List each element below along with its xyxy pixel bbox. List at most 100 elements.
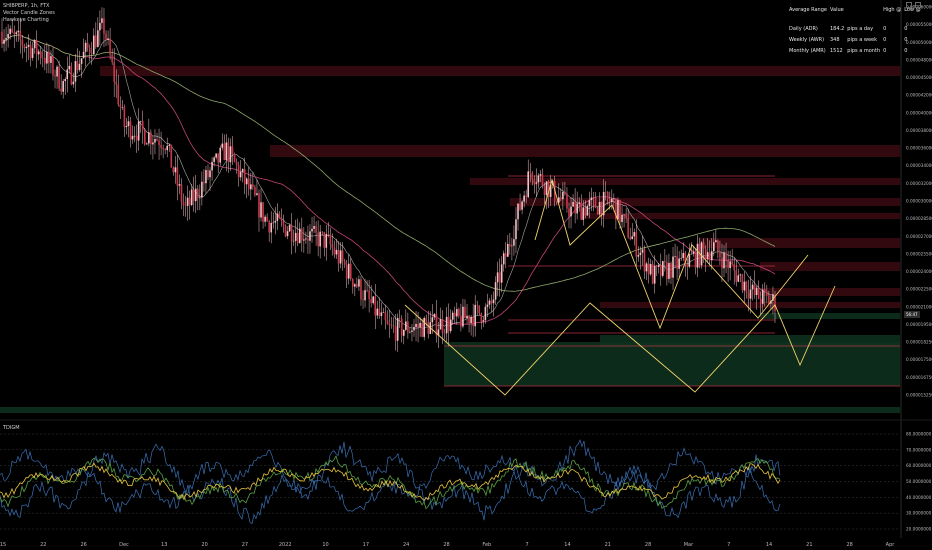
price-tick-label: 0.0000225000 <box>906 287 932 292</box>
price-axis[interactable]: 0.00006000000.00005500000.00005000000.00… <box>906 5 932 398</box>
candle-body <box>325 233 328 248</box>
candle-body <box>513 239 515 246</box>
candle-body <box>129 121 132 140</box>
candle-body <box>17 30 20 33</box>
price-tick-label: 0.0000285000 <box>906 216 932 221</box>
row-low: 0 <box>904 48 908 54</box>
candle-body <box>766 291 768 296</box>
candle-body <box>611 198 613 203</box>
candle-body <box>564 191 566 194</box>
candle-body <box>219 147 222 163</box>
time-tick-label: 28 <box>443 542 449 548</box>
candle-body <box>284 225 287 237</box>
candle-body <box>319 231 321 247</box>
candle-body <box>666 262 668 279</box>
demand-zone <box>600 335 900 347</box>
time-tick-label: 22 <box>40 542 46 548</box>
candle-body <box>598 202 601 215</box>
candle-body <box>260 202 262 218</box>
candle-body <box>50 56 52 63</box>
candle-body <box>490 300 493 304</box>
row-unit: pips a week <box>847 37 878 43</box>
time-tick-label: Feb <box>482 542 491 548</box>
candle-body <box>482 320 485 322</box>
time-axis[interactable]: 15 22 26 Dec 13 20 27 2022 10 17 24 28 Feb 7 14 21 28 Mar… <box>0 542 895 548</box>
demand-zone <box>0 407 900 413</box>
candle-body <box>137 121 140 141</box>
candle-body <box>139 121 142 122</box>
candle-body <box>329 234 332 245</box>
price-tick-label: 0.0000167500 <box>906 375 932 380</box>
candle-body <box>107 38 109 41</box>
candle-body <box>280 217 283 221</box>
candle-body <box>58 66 60 89</box>
price-tick-label: 0.0000340000 <box>906 163 932 168</box>
candle-body <box>109 38 111 55</box>
candle-body <box>727 260 729 269</box>
chart-toolbar <box>906 2 921 8</box>
candle-body <box>46 51 48 64</box>
candle-body <box>719 251 721 258</box>
candle-body <box>606 192 609 200</box>
chart-canvas[interactable]: 0.00006000000.00005500000.00005000000.00… <box>0 0 932 550</box>
osc-tick-label: 30.0000000 <box>906 511 932 516</box>
candle-body <box>23 45 26 48</box>
candle-body <box>441 319 444 333</box>
candle-body <box>323 232 326 248</box>
candle-body <box>199 197 201 199</box>
candle-body <box>570 206 572 217</box>
candle-body <box>266 216 268 222</box>
candle-body <box>3 39 5 44</box>
candle-body <box>74 61 77 82</box>
fullscreen-icon[interactable] <box>915 2 921 8</box>
candle-body <box>239 171 242 178</box>
candle-body <box>356 284 358 287</box>
candle-body <box>160 145 162 148</box>
candle-body <box>97 30 99 47</box>
price-tick-label: 0.0000175000 <box>906 357 932 362</box>
indicator-vector-candle-zones[interactable]: Vector Candle Zones <box>3 10 55 17</box>
candle-body <box>398 317 401 319</box>
time-tick-label: Dec <box>119 542 129 548</box>
osc-tick-label: 80.0000000 <box>906 432 932 437</box>
candle-body <box>180 184 183 202</box>
candle-body <box>423 317 425 337</box>
candle-body <box>725 252 727 261</box>
candle-body <box>92 35 95 55</box>
candle-body <box>82 51 85 59</box>
candle-body <box>555 201 558 203</box>
candle-body <box>254 187 256 195</box>
candle-body <box>572 201 574 207</box>
candle-body <box>372 296 375 304</box>
candle-body <box>394 326 397 341</box>
candle-body <box>653 265 656 284</box>
candle-body <box>56 66 58 77</box>
candle-body <box>600 202 603 216</box>
candle-body <box>427 321 430 334</box>
candle-body <box>156 138 158 141</box>
candle-body <box>680 258 682 259</box>
row-value: 348 <box>829 37 840 43</box>
candle-body <box>647 263 650 275</box>
candle-body <box>519 203 521 210</box>
candle-body <box>488 300 491 305</box>
candle-body <box>221 143 224 148</box>
indicator-hawkeye-charting[interactable]: Hawkeye Charting <box>3 17 55 24</box>
candle-body <box>478 305 481 314</box>
candle-body <box>619 200 621 222</box>
candle-body <box>321 231 324 233</box>
candle-body <box>757 287 760 299</box>
candle-body <box>470 316 472 323</box>
symbol-title[interactable]: SHIBPERP, 1h, FTX <box>3 3 55 10</box>
candle-body <box>743 281 746 291</box>
candle-body <box>417 323 419 328</box>
settings-icon[interactable] <box>906 2 912 8</box>
oscillator-title[interactable]: TDIGM <box>3 425 20 431</box>
time-tick-label: 15 <box>0 542 6 548</box>
candle-body <box>176 167 179 186</box>
candle-body <box>637 255 640 257</box>
candle-body <box>303 239 305 241</box>
candle-body <box>343 261 346 265</box>
candle-body <box>580 202 583 220</box>
candle-body <box>349 263 352 280</box>
